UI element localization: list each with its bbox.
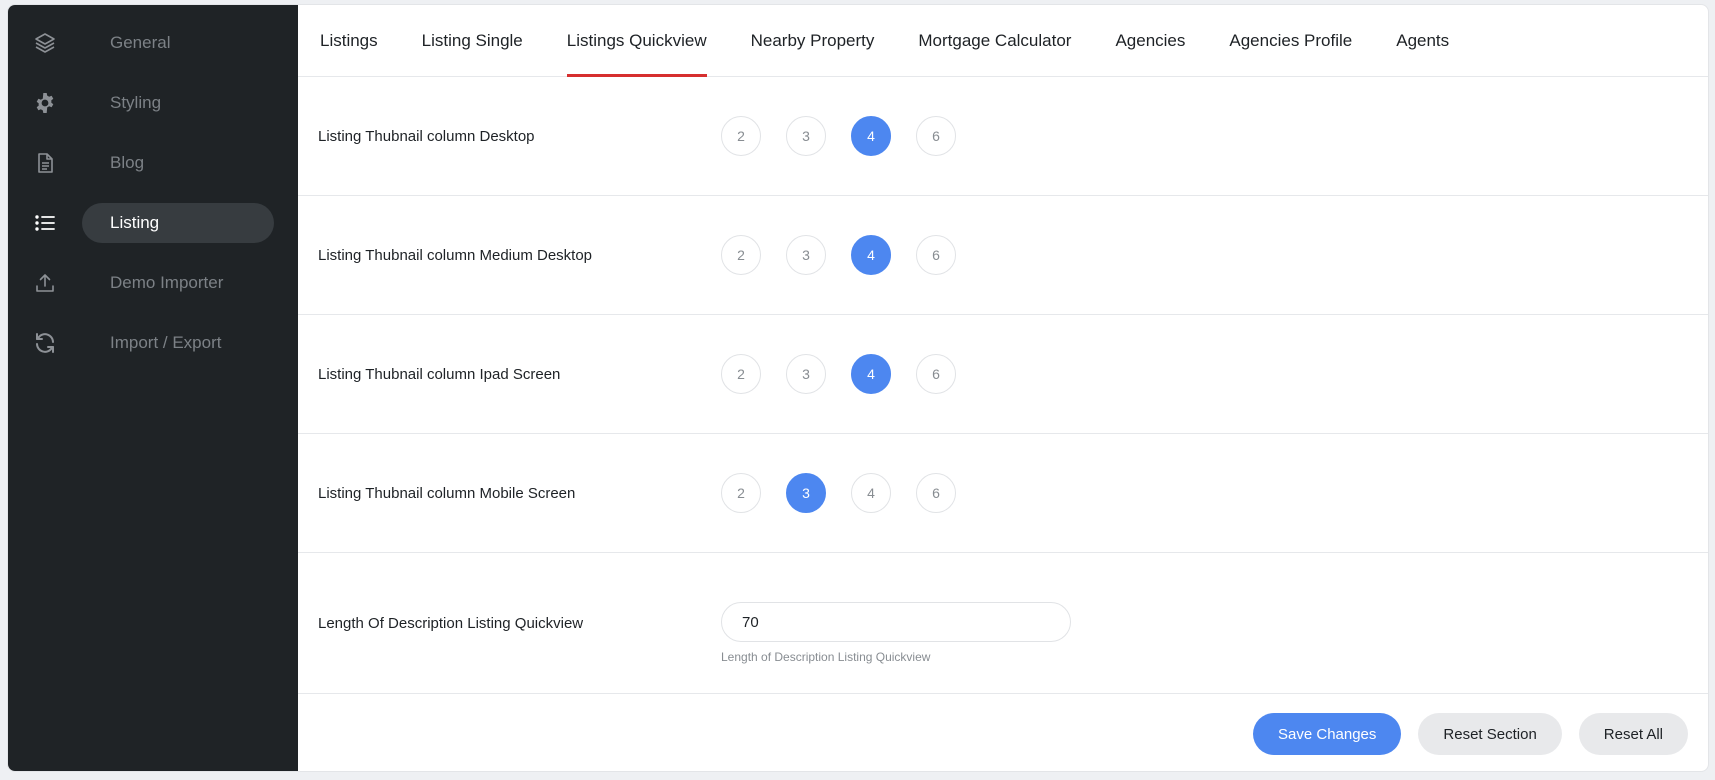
- column-option-selected[interactable]: 4: [851, 116, 891, 156]
- sidebar-item-demo-importer[interactable]: Demo Importer: [8, 263, 298, 303]
- sidebar-item-label: Demo Importer: [110, 273, 224, 292]
- sidebar-item-import-export[interactable]: Import / Export: [8, 323, 298, 363]
- column-option[interactable]: 4: [851, 473, 891, 513]
- sidebar: General Styling Blog Listing Demo Import…: [8, 5, 298, 771]
- setting-label: Listing Thubnail column Medium Desktop: [318, 246, 593, 264]
- tab-bar: Listings Listing Single Listings Quickvi…: [298, 5, 1708, 77]
- reset-all-button[interactable]: Reset All: [1578, 713, 1688, 755]
- column-option[interactable]: 3: [786, 116, 826, 156]
- list-icon: [8, 211, 82, 235]
- tab-agents[interactable]: Agents: [1396, 5, 1449, 76]
- setting-row-ipad: Listing Thubnail column Ipad Screen 2 3 …: [298, 315, 1708, 434]
- save-changes-button[interactable]: Save Changes: [1253, 713, 1402, 755]
- document-icon: [8, 151, 82, 175]
- sidebar-item-label: Styling: [110, 93, 162, 112]
- column-option[interactable]: 3: [786, 354, 826, 394]
- description-length-field: Length of Description Listing Quickview: [721, 602, 1071, 664]
- sidebar-item-blog[interactable]: Blog: [8, 143, 298, 183]
- refresh-icon: [8, 331, 82, 355]
- column-option[interactable]: 6: [916, 473, 956, 513]
- column-option[interactable]: 2: [721, 116, 761, 156]
- field-hint: Length of Description Listing Quickview: [721, 650, 931, 664]
- column-picker-medium: 2 3 4 6: [721, 235, 956, 275]
- column-option[interactable]: 6: [916, 235, 956, 275]
- column-option[interactable]: 2: [721, 473, 761, 513]
- column-option[interactable]: 6: [916, 116, 956, 156]
- sidebar-item-label: General: [110, 33, 171, 52]
- column-option-selected[interactable]: 3: [786, 473, 826, 513]
- sidebar-item-label: Listing: [82, 203, 274, 243]
- reset-section-button[interactable]: Reset Section: [1418, 713, 1562, 755]
- sidebar-item-styling[interactable]: Styling: [8, 83, 298, 123]
- tab-agencies-profile[interactable]: Agencies Profile: [1229, 5, 1352, 76]
- layers-icon: [8, 31, 82, 55]
- setting-row-mobile: Listing Thubnail column Mobile Screen 2 …: [298, 434, 1708, 553]
- tab-listings[interactable]: Listings: [320, 5, 378, 76]
- setting-row-description-length: Length Of Description Listing Quickview …: [298, 553, 1708, 694]
- column-option-selected[interactable]: 4: [851, 354, 891, 394]
- setting-label: Length Of Description Listing Quickview: [318, 614, 584, 632]
- sidebar-item-label: Blog: [110, 153, 145, 172]
- column-option-selected[interactable]: 4: [851, 235, 891, 275]
- setting-label: Listing Thubnail column Ipad Screen: [318, 365, 561, 383]
- app-window: General Styling Blog Listing Demo Import…: [7, 4, 1709, 772]
- sidebar-item-general[interactable]: General: [8, 23, 298, 63]
- column-option[interactable]: 3: [786, 235, 826, 275]
- setting-row-medium-desktop: Listing Thubnail column Medium Desktop 2…: [298, 196, 1708, 315]
- gear-icon: [8, 91, 82, 115]
- tab-mortgage-calculator[interactable]: Mortgage Calculator: [918, 5, 1071, 76]
- description-length-input[interactable]: [721, 602, 1071, 642]
- column-option[interactable]: 2: [721, 354, 761, 394]
- upload-icon: [8, 271, 82, 295]
- column-picker-desktop: 2 3 4 6: [721, 116, 956, 156]
- main-panel: Listings Listing Single Listings Quickvi…: [298, 5, 1708, 771]
- tab-agencies[interactable]: Agencies: [1115, 5, 1185, 76]
- tab-listing-single[interactable]: Listing Single: [422, 5, 523, 76]
- action-bar: Save Changes Reset Section Reset All: [1253, 713, 1688, 755]
- tab-listings-quickview[interactable]: Listings Quickview: [566, 5, 707, 77]
- sidebar-item-label: Import / Export: [110, 333, 222, 352]
- column-option[interactable]: 6: [916, 354, 956, 394]
- sidebar-item-listing[interactable]: Listing: [8, 203, 298, 243]
- setting-label: Listing Thubnail column Mobile Screen: [318, 484, 576, 502]
- tab-nearby-property[interactable]: Nearby Property: [751, 5, 875, 76]
- column-option[interactable]: 2: [721, 235, 761, 275]
- column-picker-ipad: 2 3 4 6: [721, 354, 956, 394]
- setting-row-desktop: Listing Thubnail column Desktop 2 3 4 6: [298, 77, 1708, 196]
- column-picker-mobile: 2 3 4 6: [721, 473, 956, 513]
- setting-label: Listing Thubnail column Desktop: [318, 127, 535, 145]
